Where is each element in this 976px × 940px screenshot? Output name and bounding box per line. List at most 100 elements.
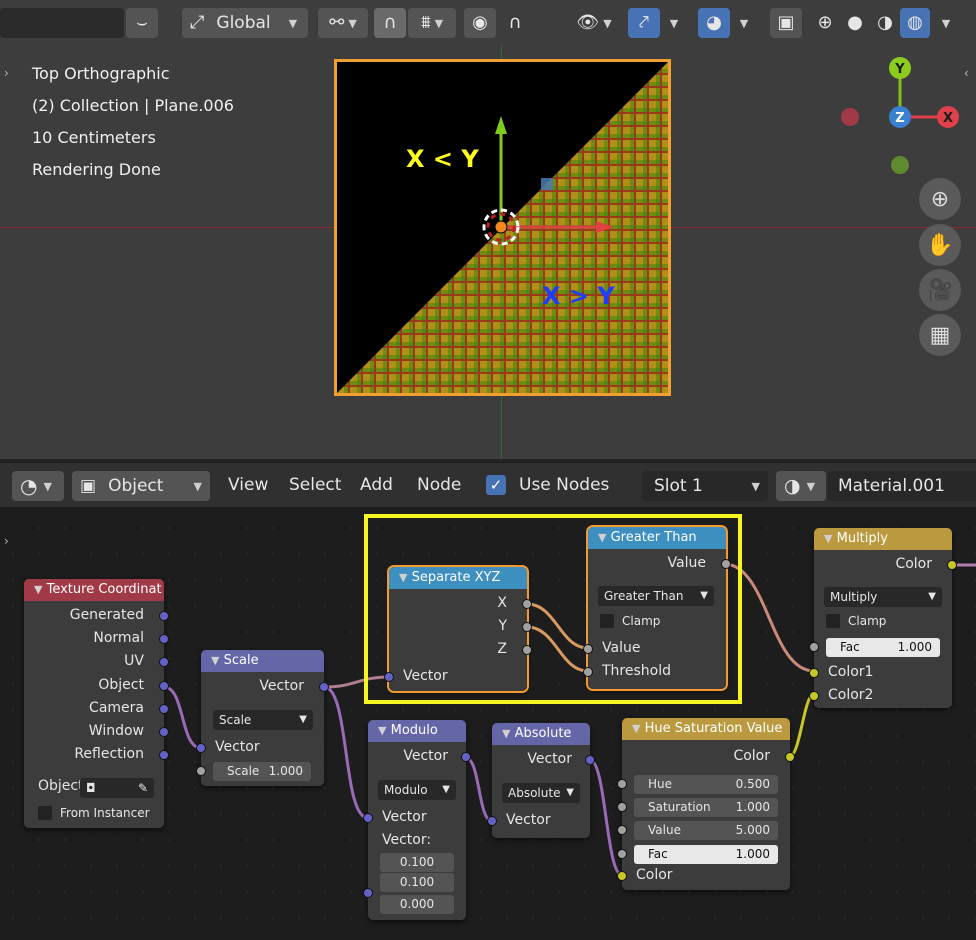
xray-toggle[interactable]: ▣ [770, 8, 802, 38]
shading-dropdown[interactable]: ▼ [934, 8, 958, 38]
operation-dropdown[interactable]: Modulo ▼ [378, 780, 456, 800]
area-divider[interactable] [0, 459, 976, 462]
snap-target-dropdown[interactable]: ⩩ ▼ [408, 8, 456, 38]
socket-generated[interactable] [159, 611, 169, 621]
socket-input-vector[interactable] [196, 743, 206, 753]
node-editor-icon: ◔ [20, 474, 38, 498]
operation-dropdown[interactable]: Absolute ▼ [502, 783, 580, 803]
socket-reflection[interactable] [159, 750, 169, 760]
hue-field[interactable]: Hue 0.500 [634, 775, 778, 794]
texture-coordinate-node[interactable]: ▼ Texture Coordinat Generated Normal UV … [24, 579, 169, 828]
object-origin-gizmo[interactable] [470, 110, 620, 250]
operation-dropdown[interactable]: Scale ▼ [213, 710, 313, 730]
ortho-toggle-button[interactable]: ▦ [919, 314, 961, 356]
socket-output-vector[interactable] [319, 682, 329, 692]
clamp-checkbox[interactable] [600, 614, 614, 628]
proportional-edit-toggle[interactable]: ◉ [464, 8, 496, 38]
pivot-point-dropdown[interactable]: ⚯ ▼ [318, 8, 368, 38]
vector-x-field[interactable]: 0.100 [380, 853, 454, 872]
absolute-node[interactable]: ▼ Absolute Vector Absolute ▼ Vector [487, 723, 595, 838]
socket-input-vector[interactable] [487, 816, 497, 826]
socket-input-vector2[interactable] [363, 888, 373, 898]
socket-input-value[interactable] [583, 644, 593, 654]
editor-type-dropdown[interactable]: ◔ ▼ [12, 471, 64, 501]
overlay-dropdown[interactable]: ▼ [732, 8, 756, 38]
scale-field[interactable]: Scale 1.000 [213, 762, 311, 781]
vector-y-field[interactable]: 0.100 [380, 873, 454, 892]
overlay-icon: ◕ [706, 12, 722, 33]
socket-input-fac[interactable] [617, 849, 627, 859]
collapse-button[interactable]: ⌣ [126, 8, 158, 38]
socket-input-hue[interactable] [617, 779, 627, 789]
object-picker[interactable]: ◘ ✎ [80, 778, 154, 798]
blend-mode-dropdown[interactable]: Multiply ▼ [824, 587, 942, 607]
fac-field[interactable]: Fac 1.000 [634, 845, 778, 864]
separate-xyz-node[interactable]: ▼ Separate XYZ X Y Z Vector [384, 565, 532, 693]
gizmo-toggle[interactable]: ⤤ [628, 8, 660, 38]
socket-output-color[interactable] [785, 752, 795, 762]
socket-input-vector[interactable] [384, 672, 394, 682]
material-name-field[interactable]: Material.001 [828, 471, 976, 501]
camera-view-button[interactable]: 🎥 [919, 269, 961, 311]
socket-input-fac[interactable] [809, 642, 819, 652]
solid-shading-button[interactable]: ● [840, 8, 870, 38]
socket-output-vector[interactable] [585, 755, 595, 765]
socket-normal[interactable] [159, 634, 169, 644]
multiply-node[interactable]: ▼ Multiply Color Multiply ▼ Clamp Fac 1.00… [809, 528, 957, 708]
mode-field[interactable] [0, 8, 124, 38]
value-field[interactable]: Value 5.000 [634, 821, 778, 840]
socket-input-saturation[interactable] [617, 802, 627, 812]
socket-input-threshold[interactable] [583, 667, 593, 677]
menu-add[interactable]: Add [360, 475, 393, 495]
socket-window[interactable] [159, 727, 169, 737]
rendered-shading-button[interactable]: ◍ [900, 8, 930, 38]
snap-toggle[interactable]: ∩ [374, 8, 406, 38]
socket-output-vector[interactable] [461, 752, 471, 762]
socket-input-value[interactable] [617, 825, 627, 835]
hue-saturation-value-node[interactable]: ▼ Hue Saturation Value Color Hue 0.500 Sa… [617, 718, 795, 890]
socket-input-color1[interactable] [809, 668, 819, 678]
material-shading-button[interactable]: ◑ [870, 8, 900, 38]
menu-select[interactable]: Select [289, 475, 341, 495]
clamp-checkbox[interactable] [826, 614, 840, 628]
socket-object[interactable] [159, 681, 169, 691]
socket-output-color[interactable] [947, 560, 957, 570]
menu-view[interactable]: View [228, 475, 268, 495]
fac-field[interactable]: Fac 1.000 [826, 638, 940, 657]
socket-y[interactable] [522, 622, 532, 632]
operation-dropdown[interactable]: Greater Than ▼ [598, 586, 714, 606]
vector-z-field[interactable]: 0.000 [380, 895, 454, 914]
saturation-field[interactable]: Saturation 1.000 [634, 798, 778, 817]
overlay-toggle[interactable]: ◕ [698, 8, 730, 38]
socket-input-color2[interactable] [809, 691, 819, 701]
menu-node[interactable]: Node [417, 475, 461, 495]
from-instancer-checkbox[interactable] [38, 806, 52, 820]
greater-than-node[interactable]: ▼ Greater Than Value Greater Than ▼ Clamp… [583, 525, 731, 691]
shader-type-dropdown[interactable]: ▣ Object ▼ [72, 471, 210, 501]
socket-input-vector[interactable] [363, 813, 373, 823]
falloff-dropdown[interactable]: ∩ [498, 8, 532, 38]
socket-uv[interactable] [159, 657, 169, 667]
navigation-gizmo[interactable]: Y Z X [820, 50, 970, 190]
socket-z[interactable] [522, 645, 532, 655]
toolbar-expand-icon[interactable]: › [4, 66, 9, 80]
socket-camera[interactable] [159, 704, 169, 714]
use-nodes-checkbox[interactable]: ✓ [486, 475, 506, 495]
modulo-node[interactable]: ▼ Modulo Vector Modulo ▼ Vector Vector: 0… [363, 720, 471, 920]
chevron-down-icon: ▼ [928, 591, 936, 602]
zoom-button[interactable]: ⊕ [919, 178, 961, 220]
pan-button[interactable]: ✋ [919, 224, 961, 266]
scale-node[interactable]: ▼ Scale Vector Scale ▼ Vector Scale 1.000 [196, 650, 329, 786]
slot-dropdown[interactable]: Slot 1 ▼ [642, 471, 768, 501]
material-browse-button[interactable]: ◑ ▼ [776, 471, 826, 501]
visibility-dropdown[interactable]: 👁 ▼ [570, 8, 618, 38]
gizmo-dropdown[interactable]: ▼ [662, 8, 686, 38]
node-toolbar-expand-icon[interactable]: › [4, 534, 9, 548]
socket-input-color[interactable] [617, 871, 627, 881]
wireframe-shading-button[interactable]: ⊕ [810, 8, 840, 38]
3d-viewport[interactable]: ⌣ ⤢ Global ▼ ⚯ ▼ ∩ ⩩ ▼ ◉ ∩ 👁 ▼ ⤤ ▼ ◕ ▼ ▣ ⊕ … [0, 0, 976, 462]
socket-output-value[interactable] [721, 559, 731, 569]
socket-x[interactable] [522, 599, 532, 609]
transform-orientation-dropdown[interactable]: ⤢ Global ▼ [182, 8, 308, 38]
socket-input-scale[interactable] [196, 766, 206, 776]
